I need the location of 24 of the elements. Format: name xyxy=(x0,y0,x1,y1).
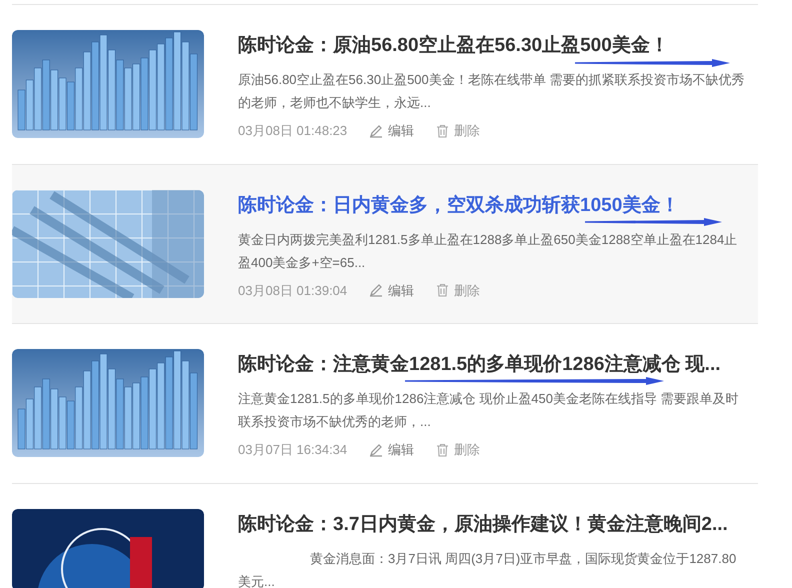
delete-button[interactable]: 删除 xyxy=(436,440,480,460)
article-excerpt: 黄金消息面：3月7日讯 周四(3月7日)亚市早盘，国际现货黄金位于1287.80美元... xyxy=(238,550,738,588)
trash-icon xyxy=(436,283,450,298)
article-excerpt: 黄金日内两拨完美盈利1281.5多单止盈在1288多单止盈650美金1288空单止盈在1284止盈400美金多+空=65... xyxy=(238,230,738,272)
post-date: 03月07日 16:34:34 xyxy=(238,441,348,459)
post-date: 03月08日 01:39:04 xyxy=(238,282,348,300)
edit-button[interactable]: 编辑 xyxy=(369,280,414,300)
trash-icon xyxy=(436,124,450,138)
article-row[interactable]: 陈时论金：3.7日内黄金，原油操作建议！黄金注意晚间2... 黄金消息面：3月7日讯 周四(3月7日)亚市早盘，国际现货黄金位于1287.80美元... xyxy=(12,484,758,588)
edit-button[interactable]: 编辑 xyxy=(369,440,414,460)
article-title[interactable]: 陈时论金：注意黄金1281.5的多单现价1286注意减仓 现... xyxy=(238,351,746,379)
pencil-icon xyxy=(369,283,384,298)
post-date: 03月08日 01:48:23 xyxy=(238,122,348,140)
delete-button[interactable]: 删除 xyxy=(436,121,480,140)
article-title[interactable]: 陈时论金：原油56.80空止盈在56.30止盈500美金！ xyxy=(238,32,746,60)
article-title[interactable]: 陈时论金：3.7日内黄金，原油操作建议！黄金注意晚间2... xyxy=(238,510,746,538)
pencil-icon xyxy=(369,442,384,457)
trash-icon xyxy=(436,442,450,457)
article-row[interactable]: 陈时论金：日内黄金多，空双杀成功斩获1050美金！ 黄金日内两拨完美盈利1281.5多单止盈在1288多单止盈650美金1288空单止盈在1284止盈400美金多+空=65... 03月08日 01:39:04 编辑 删除 xyxy=(12,164,758,324)
edit-button[interactable]: 编辑 xyxy=(369,121,414,140)
article-excerpt: 原油56.80空止盈在56.30止盈500美金！老陈在线带单 需要的抓紧联系投资市场不缺优秀的老师，老师也不缺学生，永远... xyxy=(238,71,746,112)
article-title[interactable]: 陈时论金：日内黄金多，空双杀成功斩获1050美金！ xyxy=(238,192,746,220)
article-excerpt: 注意黄金1281.5的多单现价1286注意减仓 现价止盈450美金老陈在线指导 需要跟单及时联系投资市场不缺优秀的老师，... xyxy=(238,390,740,431)
pencil-icon xyxy=(369,124,384,138)
